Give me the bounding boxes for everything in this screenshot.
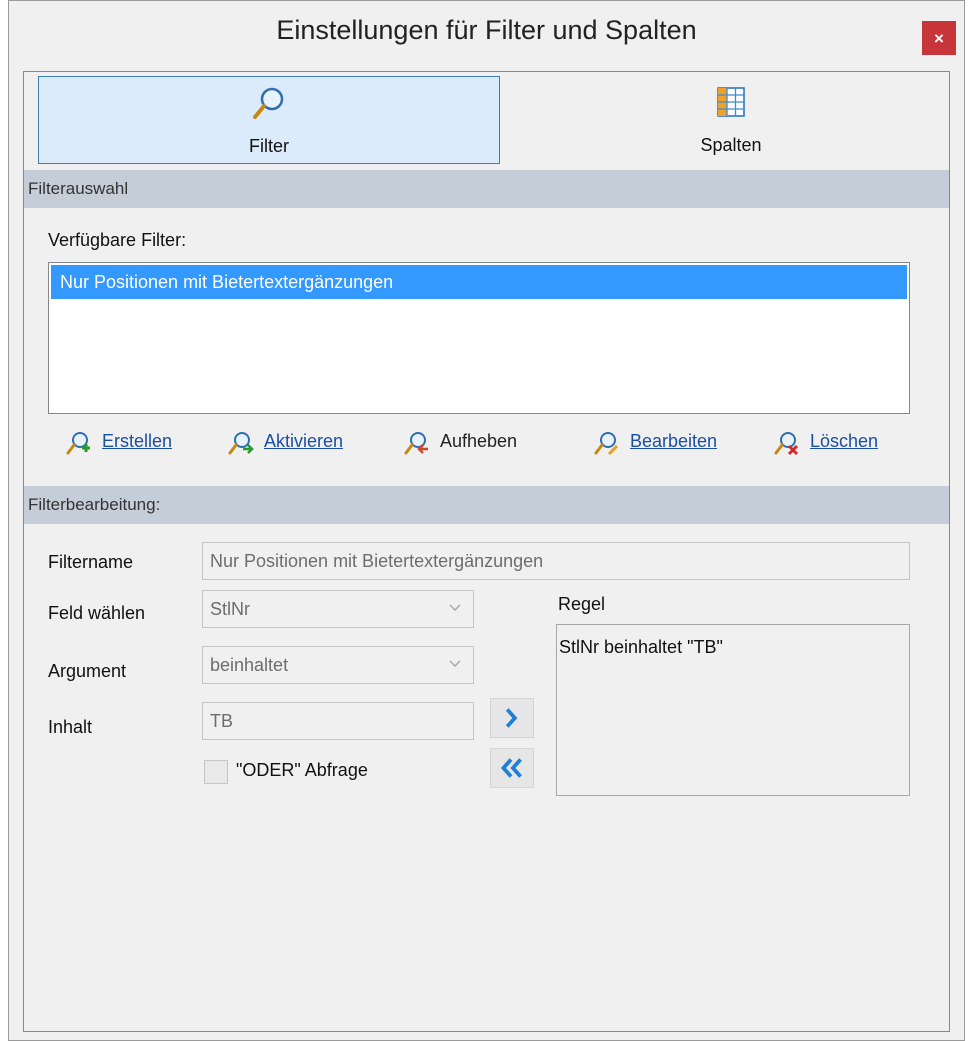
double-chevron-left-icon	[500, 758, 522, 778]
create-filter-button[interactable]: Erstellen	[64, 428, 204, 458]
available-filters-list[interactable]: Nur Positionen mit Bietertextergänzungen	[48, 262, 910, 414]
delete-filter-button[interactable]: Löschen	[772, 428, 912, 458]
clear-filter-label: Aufheben	[440, 431, 518, 451]
close-button[interactable]: ×	[922, 21, 956, 55]
filter-selection-header: Filterauswahl	[24, 170, 949, 208]
remove-rules-button[interactable]	[490, 748, 534, 788]
filter-delete-icon	[774, 432, 799, 456]
rule-item[interactable]: StlNr beinhaltet "TB"	[559, 637, 909, 658]
tab-filter-label: Filter	[249, 136, 289, 156]
edit-filter-button[interactable]: Bearbeiten	[592, 428, 752, 458]
or-query-checkbox[interactable]	[204, 760, 228, 784]
chevron-down-icon	[449, 660, 461, 668]
filter-remove-icon	[404, 432, 428, 455]
content-input-label: Inhalt	[48, 717, 93, 737]
settings-dialog: Einstellungen für Filter und Spalten × F…	[8, 0, 965, 1041]
argument-select-value: beinhaltet	[210, 655, 289, 675]
field-select-value: StlNr	[210, 599, 250, 619]
add-rule-button[interactable]	[490, 698, 534, 738]
create-filter-label: Erstellen	[102, 431, 173, 451]
rule-list[interactable]: StlNr beinhaltet "TB"	[556, 624, 910, 796]
columns-grid-icon	[717, 87, 745, 117]
dialog-title: Einstellungen für Filter und Spalten	[276, 15, 697, 45]
dialog-body: Filter Spalten Filterauswahl Verfügbare …	[23, 71, 950, 1032]
argument-select-label: Argument	[48, 661, 127, 681]
magnifier-icon	[253, 87, 284, 119]
or-query-label: "ODER" Abfrage	[236, 760, 368, 780]
argument-select[interactable]: beinhaltet	[202, 646, 474, 684]
available-filters-label: Verfügbare Filter:	[48, 230, 187, 250]
activate-filter-label: Aktivieren	[264, 431, 344, 451]
edit-filter-label: Bearbeiten	[630, 431, 718, 451]
field-select[interactable]: StlNr	[202, 590, 474, 628]
chevron-down-icon	[449, 604, 461, 612]
delete-filter-label: Löschen	[810, 431, 879, 451]
tab-spalten-label: Spalten	[700, 135, 762, 155]
field-select-label: Feld wählen	[48, 603, 146, 623]
list-item[interactable]: Nur Positionen mit Bietertextergänzungen	[51, 265, 907, 299]
filter-name-label: Filtername	[48, 552, 134, 572]
filter-edit-icon	[594, 432, 619, 456]
filter-name-field[interactable]: Nur Positionen mit Bietertextergänzungen	[202, 542, 910, 580]
activate-filter-button[interactable]: Aktivieren	[226, 428, 376, 458]
rule-label: Regel	[558, 594, 606, 614]
clear-filter-button[interactable]: Aufheben	[402, 428, 552, 458]
content-input[interactable]: TB	[202, 702, 474, 740]
filter-edit-header: Filterbearbeitung:	[24, 486, 949, 524]
filter-add-icon	[66, 432, 90, 455]
tab-filter[interactable]: Filter	[38, 76, 500, 164]
title-bar: Einstellungen für Filter und Spalten ×	[9, 1, 964, 65]
chevron-right-icon	[505, 708, 518, 728]
tab-spalten[interactable]: Spalten	[500, 76, 962, 164]
filter-activate-icon	[228, 432, 254, 455]
